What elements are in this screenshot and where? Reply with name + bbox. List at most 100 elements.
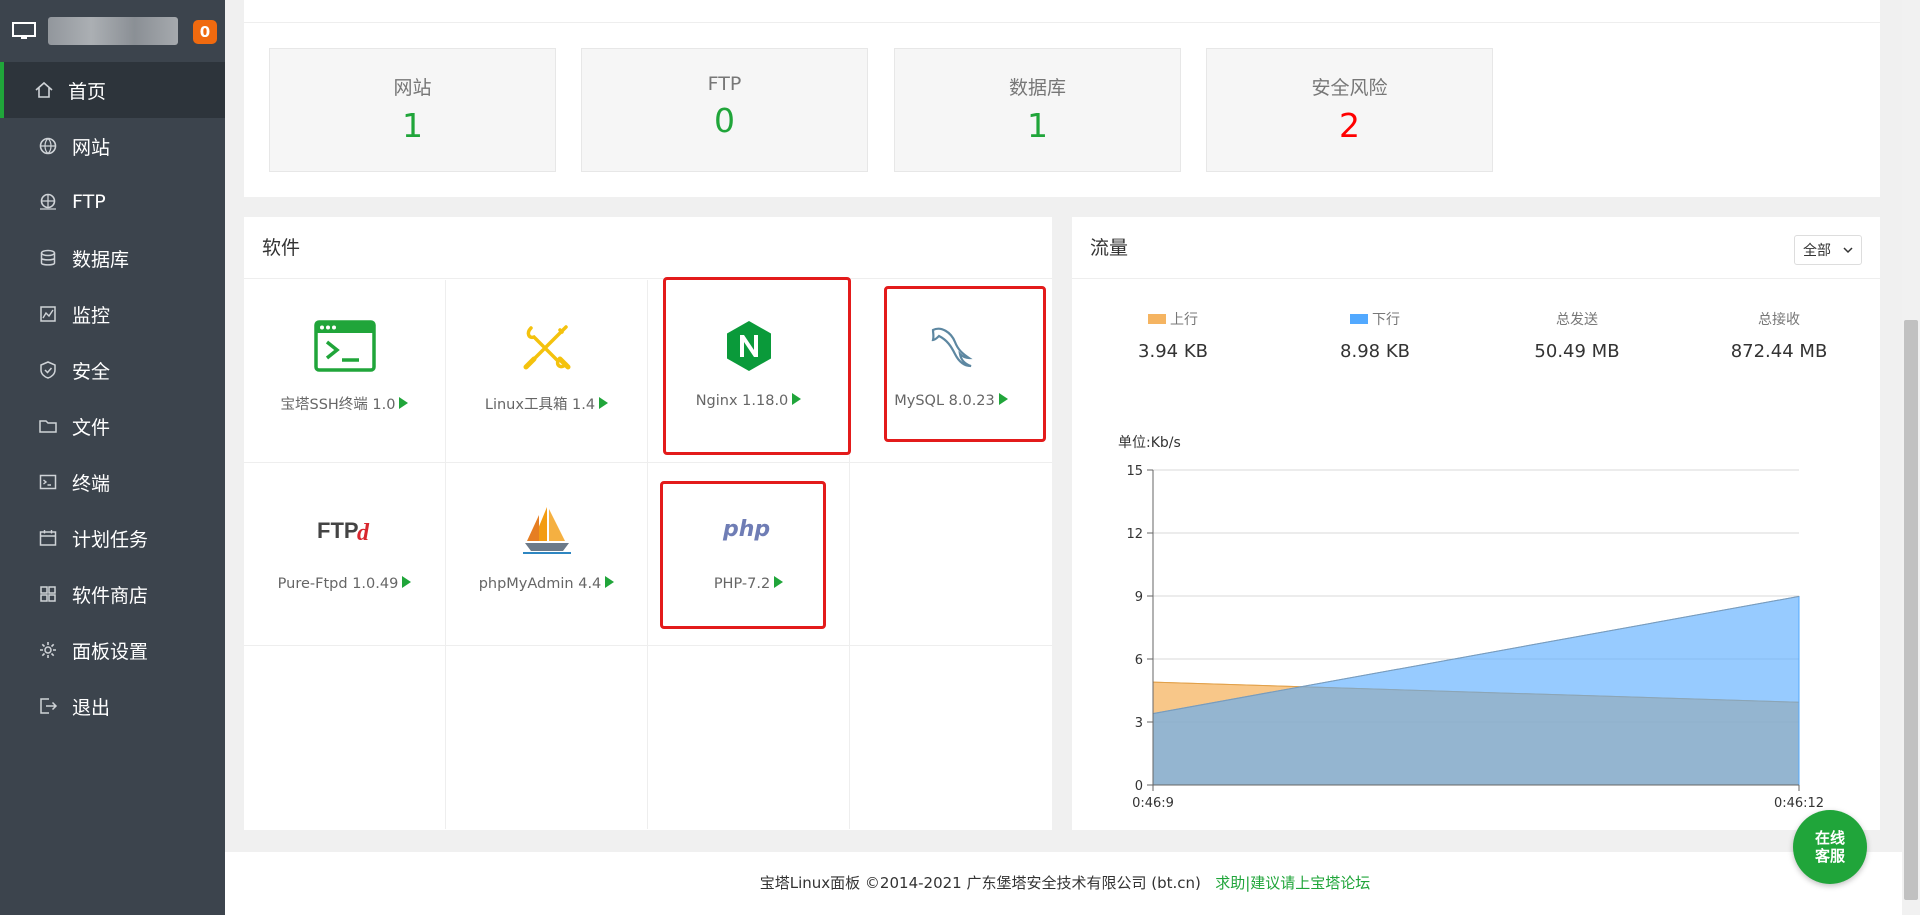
sidebar-item-database[interactable]: 数据库: [0, 230, 225, 286]
software-item-php[interactable]: php PHP-7.2: [648, 463, 850, 646]
select-value: 全部: [1803, 243, 1831, 259]
sidebar-item-terminal[interactable]: 终端: [0, 454, 225, 510]
software-label: MySQL 8.0.23: [894, 393, 995, 409]
chart-ytick-label: 9: [1135, 590, 1143, 605]
gear-icon: [40, 642, 56, 658]
online-service-button[interactable]: 在线 客服: [1793, 810, 1867, 884]
traffic-stat-value: 872.44 MB: [1730, 341, 1828, 362]
sidebar-item-label: 退出: [72, 696, 111, 719]
grid-icon: [40, 586, 56, 602]
sidebar-item-cron[interactable]: 计划任务: [0, 510, 225, 566]
footer-copyright: 宝塔Linux面板 ©2014-2021 广东堡塔安全技术有限公司 (bt.cn…: [759, 874, 1201, 892]
shield-icon: [40, 361, 56, 379]
software-label: 宝塔SSH终端 1.0: [280, 397, 396, 413]
traffic-stat-total-received: 总接收 872.44 MB: [1678, 309, 1880, 362]
toolbox-icon: [523, 325, 570, 370]
sidebar-item-monitor[interactable]: 监控: [0, 286, 225, 342]
play-icon[interactable]: [998, 393, 1008, 405]
sidebar-item-security[interactable]: 安全: [0, 342, 225, 398]
traffic-stat-download: 下行 8.98 KB: [1274, 309, 1476, 362]
traffic-stat-value: 8.98 KB: [1340, 341, 1410, 362]
stat-database[interactable]: 数据库 1: [894, 48, 1181, 172]
play-icon[interactable]: [399, 397, 409, 409]
play-icon[interactable]: [792, 393, 802, 405]
play-icon[interactable]: [605, 576, 615, 588]
sidebar-item-label: 文件: [72, 416, 111, 439]
traffic-panel: 流量 全部 上行 3.94 KB 下行 8.98 KB 总发送 50.49 MB…: [1072, 217, 1880, 830]
forum-link[interactable]: 求助|建议请上宝塔论坛: [1215, 874, 1370, 892]
sidebar-item-label: 软件商店: [72, 584, 149, 607]
traffic-filter-select[interactable]: 全部: [1794, 235, 1862, 265]
software-item-mysql[interactable]: MySQL 8.0.23: [850, 280, 1052, 463]
software-item-nginx[interactable]: Nginx 1.18.0: [648, 280, 850, 463]
sidebar-item-label: 计划任务: [72, 528, 149, 551]
chart-ytick-label: 15: [1126, 464, 1143, 479]
sidebar-item-ftp[interactable]: FTP: [0, 174, 225, 230]
traffic-stat-upload: 上行 3.94 KB: [1072, 309, 1274, 362]
stat-ftp[interactable]: FTP 0: [581, 48, 868, 172]
phpmyadmin-sailboat-icon: [522, 507, 571, 554]
software-label: Linux工具箱 1.4: [484, 397, 596, 413]
calendar-icon: [39, 530, 57, 546]
stat-value[interactable]: 1: [270, 106, 555, 145]
software-item-pureftpd[interactable]: FTP d Pure-Ftpd 1.0.49: [244, 463, 446, 646]
stat-value[interactable]: 2: [1207, 106, 1492, 145]
software-grid: 宝塔SSH终端 1.0 Linux工具箱 1.4 Nginx 1.18.0 My…: [244, 280, 1052, 830]
sidebar-item-settings[interactable]: 面板设置: [0, 622, 225, 678]
terminal-icon: [39, 474, 57, 490]
traffic-stat-value: 50.49 MB: [1534, 341, 1620, 362]
stat-label: 安全风险: [1311, 77, 1388, 99]
stat-label: 数据库: [1008, 77, 1066, 99]
database-icon: [40, 249, 56, 266]
software-item-phpmyadmin[interactable]: phpMyAdmin 4.4: [446, 463, 648, 646]
play-icon[interactable]: [402, 576, 412, 588]
svg-text:d: d: [357, 520, 370, 544]
software-empty-slot: [850, 646, 1052, 829]
message-badge[interactable]: 0: [193, 20, 217, 44]
sidebar-item-label: 面板设置: [72, 640, 149, 663]
software-label: phpMyAdmin 4.4: [478, 576, 602, 592]
software-label: PHP-7.2: [713, 576, 771, 592]
stat-value[interactable]: 0: [582, 101, 867, 140]
logout-icon: [40, 698, 58, 714]
monitor-chart-icon: [40, 306, 56, 322]
chart-ytick-label: 3: [1135, 716, 1143, 731]
legend-swatch: [1148, 314, 1166, 324]
play-icon[interactable]: [599, 397, 609, 409]
software-label: Nginx 1.18.0: [695, 393, 789, 409]
traffic-stat-label: 总接收: [1758, 312, 1800, 328]
stat-security-risk[interactable]: 安全风险 2: [1206, 48, 1493, 172]
sidebar-nav: 首页 网站 FTP 数据库 监控 安全 文件 终端 计划任务 软件商店 面板设置…: [0, 62, 225, 734]
sidebar-item-label: 监控: [72, 304, 111, 327]
software-empty-slot: [244, 646, 446, 829]
legend-swatch: [1350, 314, 1368, 324]
software-item-ssh[interactable]: 宝塔SSH终端 1.0: [244, 280, 446, 463]
sidebar-item-home[interactable]: 首页: [0, 62, 225, 118]
traffic-title: 流量: [1072, 217, 1880, 279]
server-name-blurred: [48, 17, 178, 45]
chart-ytick-label: 0: [1135, 779, 1143, 794]
software-item-toolbox[interactable]: Linux工具箱 1.4: [446, 280, 648, 463]
stat-label: FTP: [707, 73, 742, 95]
sidebar-item-label: FTP: [72, 191, 106, 213]
footer: 宝塔Linux面板 ©2014-2021 广东堡塔安全技术有限公司 (bt.cn…: [225, 852, 1905, 915]
scrollbar-thumb[interactable]: [1904, 320, 1918, 900]
chart-xtick-label: 0:46:12: [1774, 796, 1824, 811]
ssh-terminal-icon: [313, 320, 376, 372]
sidebar-header: 0: [0, 0, 225, 62]
ftpd-logo-text: FTP: [317, 518, 359, 543]
sidebar-item-website[interactable]: 网站: [0, 118, 225, 174]
stat-value[interactable]: 1: [895, 106, 1180, 145]
sidebar-item-files[interactable]: 文件: [0, 398, 225, 454]
traffic-stat-value: 3.94 KB: [1138, 341, 1208, 362]
sidebar-item-store[interactable]: 软件商店: [0, 566, 225, 622]
globe-icon: [39, 137, 57, 155]
sidebar-item-label: 网站: [72, 136, 111, 159]
home-icon: [35, 81, 53, 98]
stat-website[interactable]: 网站 1: [269, 48, 556, 172]
chart-ytick-label: 6: [1135, 653, 1143, 668]
play-icon[interactable]: [774, 576, 784, 588]
sidebar-item-label: 安全: [72, 360, 111, 383]
sidebar-item-logout[interactable]: 退出: [0, 678, 225, 734]
traffic-stat-label: 总发送: [1556, 312, 1598, 328]
